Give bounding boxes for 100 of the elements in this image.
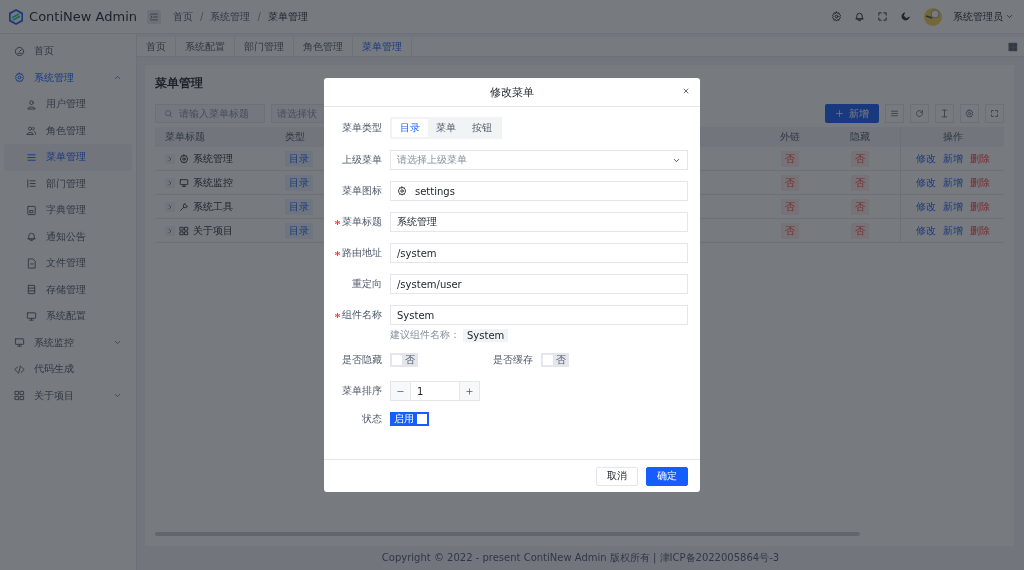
sidebar-item[interactable]: 用户管理 bbox=[4, 91, 132, 118]
page-title: 菜单管理 bbox=[155, 75, 203, 92]
suggestion-tag[interactable]: System bbox=[463, 328, 509, 342]
menu-fold-button[interactable] bbox=[147, 9, 161, 24]
refresh-button[interactable] bbox=[910, 104, 929, 123]
edit-link[interactable]: 修改 bbox=[915, 151, 936, 166]
column-header: 外链 bbox=[760, 127, 820, 147]
storage-icon bbox=[26, 284, 37, 296]
refresh-icon bbox=[915, 109, 924, 118]
column-header: 操作 bbox=[900, 127, 1004, 147]
cancel-button[interactable]: 取消 bbox=[596, 466, 638, 486]
sidebar-item[interactable]: 存储管理 bbox=[4, 276, 132, 303]
dashboard-icon bbox=[14, 45, 25, 57]
edit-link[interactable]: 修改 bbox=[915, 199, 936, 214]
toggle-switch[interactable]: 否 bbox=[541, 353, 569, 367]
dialog-title: 修改菜单 bbox=[490, 84, 534, 100]
number-input[interactable]: 1 bbox=[390, 381, 480, 401]
toggle-switch[interactable]: 否 bbox=[390, 353, 418, 367]
input-field[interactable]: System bbox=[390, 305, 688, 325]
user-name[interactable]: 系统管理员 bbox=[953, 9, 1003, 24]
table-cell: 关于项目 bbox=[193, 223, 233, 238]
chevron-right-icon bbox=[166, 226, 174, 235]
breadcrumb-separator: / bbox=[257, 11, 261, 22]
settings-icon bbox=[397, 186, 407, 196]
moon-icon[interactable] bbox=[900, 11, 911, 22]
sidebar-item[interactable]: 系统管理 bbox=[4, 64, 132, 91]
file-icon bbox=[26, 257, 37, 269]
expand-button[interactable] bbox=[165, 225, 175, 236]
segment-option[interactable]: 按钮 bbox=[464, 119, 500, 137]
plus-icon bbox=[465, 386, 474, 396]
select-field[interactable]: 请选择上级菜单 bbox=[390, 150, 688, 170]
input-field[interactable]: /system bbox=[390, 243, 688, 263]
close-icon bbox=[682, 87, 690, 95]
chevron-down-icon bbox=[1005, 12, 1014, 21]
sidebar-item[interactable]: 代码生成 bbox=[4, 356, 132, 383]
input-field[interactable]: settings bbox=[390, 181, 688, 201]
close-button[interactable] bbox=[682, 87, 690, 95]
sidebar-item[interactable]: 系统监控 bbox=[4, 329, 132, 356]
segment-option[interactable]: 菜单 bbox=[428, 119, 464, 137]
book-icon bbox=[26, 204, 37, 216]
fullscreen-icon bbox=[990, 109, 999, 118]
field-label: 菜单标题 bbox=[342, 215, 382, 229]
user-icon bbox=[26, 98, 37, 110]
list-icon bbox=[26, 151, 37, 163]
menu-icon bbox=[149, 11, 159, 22]
edit-link[interactable]: 修改 bbox=[915, 175, 936, 190]
apps-icon[interactable] bbox=[1008, 41, 1018, 52]
wrench-icon bbox=[179, 201, 189, 212]
hint-text: 建议组件名称： bbox=[390, 328, 460, 342]
plus-icon bbox=[835, 109, 844, 118]
add-link[interactable]: 新增 bbox=[942, 223, 963, 238]
sidebar-item[interactable]: 角色管理 bbox=[4, 117, 132, 144]
type-tag: 目录 bbox=[285, 198, 313, 215]
sidebar-item[interactable]: 通知公告 bbox=[4, 223, 132, 250]
add-link[interactable]: 新增 bbox=[942, 199, 963, 214]
expand-button[interactable] bbox=[165, 153, 175, 164]
avatar-icon[interactable] bbox=[923, 6, 943, 27]
breadcrumb-separator: / bbox=[200, 11, 204, 22]
confirm-button[interactable]: 确定 bbox=[646, 466, 688, 486]
segment-option[interactable]: 目录 bbox=[392, 119, 428, 137]
add-link[interactable]: 新增 bbox=[942, 175, 963, 190]
chevron-right-icon bbox=[166, 154, 174, 163]
sidebar-item[interactable]: 部门管理 bbox=[4, 170, 132, 197]
monitor-icon bbox=[179, 177, 189, 188]
sidebar-item[interactable]: 首页 bbox=[4, 38, 132, 65]
increment-button[interactable] bbox=[460, 382, 479, 400]
density-button[interactable] bbox=[935, 104, 954, 123]
table-cell: 系统监控 bbox=[193, 175, 233, 190]
delete-link[interactable]: 删除 bbox=[969, 199, 990, 214]
expand-button[interactable] bbox=[165, 177, 175, 188]
settings-icon[interactable] bbox=[831, 11, 842, 22]
fullscreen-icon[interactable] bbox=[877, 11, 888, 22]
bell-icon[interactable] bbox=[854, 11, 865, 22]
logo-icon bbox=[9, 6, 24, 27]
column-header: 隐藏 bbox=[820, 127, 900, 147]
sidebar-item[interactable]: 菜单管理 bbox=[4, 144, 132, 171]
settings-button[interactable] bbox=[960, 104, 979, 123]
delete-link[interactable]: 删除 bbox=[969, 151, 990, 166]
decrement-button[interactable] bbox=[391, 382, 410, 400]
input-field[interactable]: 系统管理 bbox=[390, 212, 688, 232]
column-settings-button[interactable] bbox=[885, 104, 904, 123]
chevron-right-icon bbox=[166, 178, 174, 187]
add-link[interactable]: 新增 bbox=[942, 151, 963, 166]
breadcrumb-item[interactable]: 首页 bbox=[173, 9, 193, 24]
breadcrumb-item[interactable]: 菜单管理 bbox=[267, 9, 308, 24]
expand-button[interactable] bbox=[165, 201, 175, 212]
input-field[interactable]: /system/user bbox=[390, 274, 688, 294]
segmented-control[interactable]: 目录 菜单 按钮 bbox=[390, 117, 502, 139]
edit-link[interactable]: 修改 bbox=[915, 223, 936, 238]
monitor-icon bbox=[26, 310, 37, 322]
field-label: 组件名称 bbox=[342, 308, 382, 322]
toggle-switch[interactable]: 启用 bbox=[390, 412, 429, 426]
sidebar-item[interactable]: 文件管理 bbox=[4, 250, 132, 277]
fullscreen-button[interactable] bbox=[985, 104, 1004, 123]
chevron-right-icon bbox=[166, 202, 174, 211]
breadcrumb-item[interactable]: 系统管理 bbox=[210, 9, 251, 24]
bell-icon bbox=[26, 231, 37, 243]
delete-link[interactable]: 删除 bbox=[969, 223, 990, 238]
add-button[interactable]: 新增 bbox=[825, 104, 879, 123]
delete-link[interactable]: 删除 bbox=[969, 175, 990, 190]
